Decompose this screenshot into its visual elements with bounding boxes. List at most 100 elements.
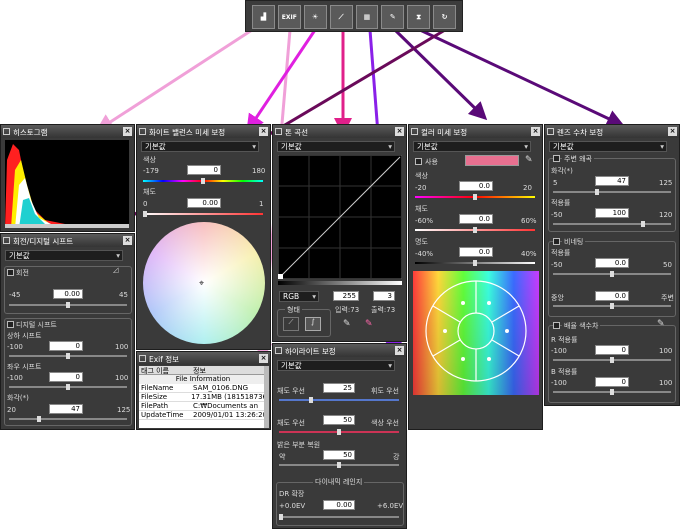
- rotation-digital-shift-panel: 회전/디지털 시프트 × 기본값 회전 ◿ -45 0.00 45 디지털 시프트…: [0, 233, 135, 430]
- table-row[interactable]: FileSize 17.31MB (181518736: [139, 393, 267, 402]
- close-button[interactable]: ×: [259, 127, 268, 136]
- preset-select[interactable]: 기본값: [549, 141, 667, 152]
- white-balance-icon[interactable]: ☀: [303, 5, 327, 29]
- linear-shape-button[interactable]: ⟋: [283, 317, 299, 331]
- dr-value[interactable]: 0.00: [323, 500, 355, 510]
- close-button[interactable]: ×: [259, 354, 268, 363]
- use-checkbox[interactable]: [415, 158, 422, 165]
- hue-slider[interactable]: [143, 178, 263, 184]
- tone-curve-icon[interactable]: ⟋: [329, 5, 353, 29]
- color-eyedropper-icon[interactable]: ✎: [365, 319, 373, 329]
- rotate-min: -45: [9, 291, 21, 299]
- angle-slider[interactable]: [9, 416, 127, 422]
- close-button[interactable]: ×: [395, 127, 404, 136]
- ca-eyedropper-icon[interactable]: ✎: [657, 319, 665, 329]
- highlight-icon[interactable]: ✎: [381, 5, 405, 29]
- close-button[interactable]: ×: [531, 127, 540, 136]
- max-value[interactable]: 255: [333, 291, 359, 301]
- vshift-slider[interactable]: [9, 353, 127, 359]
- ca-checkbox[interactable]: [553, 322, 560, 329]
- sat-value[interactable]: 0.0: [459, 214, 493, 224]
- preset-select[interactable]: 기본값: [277, 360, 395, 371]
- exif-table: 태그 이름 정보 File Information FileName SAM_01…: [139, 366, 267, 428]
- vig-slider[interactable]: [553, 271, 671, 277]
- sat-slider[interactable]: [415, 227, 535, 233]
- hue-max: 180: [252, 167, 266, 175]
- scrollbar[interactable]: [264, 366, 269, 428]
- dr-group-label: 다이내믹 레인지: [313, 477, 365, 487]
- close-button[interactable]: ×: [123, 127, 132, 136]
- table-row[interactable]: UpdateTime 2009/01/01 13:26:20: [139, 411, 267, 420]
- shift-checkbox[interactable]: [7, 321, 14, 328]
- panel-title: 컬러 미세 보정 ×: [409, 125, 542, 138]
- histogram-icon[interactable]: ▟: [252, 5, 275, 29]
- sat-value[interactable]: 0.00: [187, 198, 221, 208]
- hue-value[interactable]: 0.0: [459, 181, 493, 191]
- r1-slider[interactable]: [279, 397, 399, 403]
- curve-graph[interactable]: [278, 155, 402, 279]
- bright-slider[interactable]: [279, 462, 399, 468]
- center-edge-value[interactable]: 0.0: [595, 291, 629, 301]
- r-slider[interactable]: [553, 357, 671, 363]
- preset-select[interactable]: 기본값: [413, 141, 531, 152]
- col-tag[interactable]: 태그 이름: [139, 366, 191, 375]
- table-header: 태그 이름 정보: [139, 366, 267, 375]
- r2-slider[interactable]: [279, 429, 399, 435]
- channel-select[interactable]: RGB: [279, 291, 319, 302]
- tone-curve-icon: [275, 128, 282, 135]
- distortion-checkbox[interactable]: [553, 155, 560, 162]
- exif-icon[interactable]: EXIF: [277, 5, 301, 29]
- preset-select[interactable]: 기본값: [277, 141, 395, 152]
- out-value[interactable]: 3: [373, 291, 395, 301]
- vig-value[interactable]: 0.0: [595, 258, 629, 268]
- close-button[interactable]: ×: [668, 127, 677, 136]
- rotate-icon[interactable]: ↻: [433, 5, 456, 29]
- panel-title: 하이라이트 보정 ×: [273, 344, 406, 357]
- lens-correction-icon[interactable]: ⧗: [407, 5, 431, 29]
- hue-value[interactable]: 0: [187, 165, 221, 175]
- preset-select[interactable]: 기본값: [5, 250, 123, 261]
- vignetting-checkbox[interactable]: [553, 238, 560, 245]
- close-button[interactable]: ×: [123, 236, 132, 245]
- rotate-tool-icon[interactable]: ◿: [113, 266, 118, 274]
- dr-max: +6.0EV: [377, 502, 404, 510]
- b-slider[interactable]: [553, 389, 671, 395]
- color-adjust-icon: [411, 128, 418, 135]
- cell-tag: UpdateTime: [141, 411, 184, 419]
- center-edge-slider[interactable]: [553, 303, 671, 309]
- table-row[interactable]: FilePath C:₩Documents an: [139, 402, 267, 411]
- b-value[interactable]: 0: [595, 377, 629, 387]
- angle-value[interactable]: 47: [595, 176, 629, 186]
- eyedropper-icon[interactable]: ✎: [343, 319, 351, 329]
- bri-value[interactable]: 0.0: [459, 247, 493, 257]
- eyedropper-icon[interactable]: ✎: [525, 155, 533, 165]
- bright-value[interactable]: 50: [323, 450, 355, 460]
- color-swatch[interactable]: [465, 155, 519, 166]
- rotate-icon: [3, 237, 10, 244]
- color-adjust-icon[interactable]: ▦: [355, 5, 379, 29]
- hshift-slider[interactable]: [9, 384, 127, 390]
- r2-value[interactable]: 50: [323, 415, 355, 425]
- spline-shape-button[interactable]: ∫: [305, 317, 321, 331]
- rotate-checkbox[interactable]: [7, 269, 14, 276]
- rotate-slider[interactable]: [9, 302, 127, 308]
- apply-slider[interactable]: [553, 221, 671, 227]
- dr-slider[interactable]: [279, 514, 399, 520]
- apply-value[interactable]: 100: [595, 208, 629, 218]
- col-info[interactable]: 정보: [191, 366, 267, 375]
- table-row[interactable]: FileName SAM_0106.DNG: [139, 384, 267, 393]
- bri-slider[interactable]: [415, 260, 535, 266]
- preset-select[interactable]: 기본값: [141, 141, 259, 152]
- r1-value[interactable]: 25: [323, 383, 355, 393]
- angle-slider[interactable]: [553, 189, 671, 195]
- rotate-value[interactable]: 0.00: [53, 289, 83, 299]
- sat-slider[interactable]: [143, 211, 263, 217]
- angle-value[interactable]: 47: [49, 404, 83, 414]
- vshift-value[interactable]: 0: [49, 341, 83, 351]
- lens-correction-panel: 렌즈 수차 보정 × 기본값 주변 왜곡 화각(*) 5 47 125 적용률 -…: [544, 124, 680, 406]
- close-button[interactable]: ×: [395, 346, 404, 355]
- r-value[interactable]: 0: [595, 345, 629, 355]
- hshift-value[interactable]: 0: [49, 372, 83, 382]
- cell-tag: FileSize: [141, 393, 168, 401]
- hue-slider[interactable]: [415, 194, 535, 200]
